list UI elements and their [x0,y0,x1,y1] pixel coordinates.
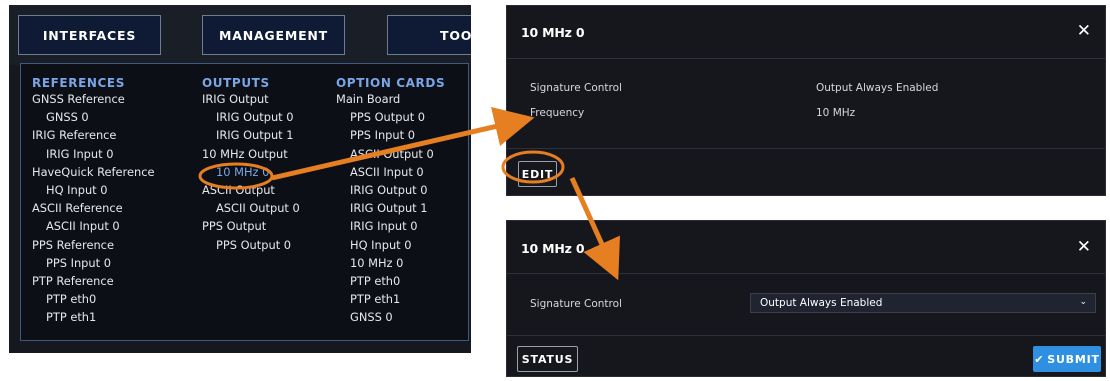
nav-link-10-mhz-0[interactable]: 10 MHz 0 [202,163,300,181]
frequency-label: Frequency [530,107,585,119]
close-icon[interactable]: ✕ [1077,238,1091,256]
tab-interfaces[interactable]: INTERFACES [18,15,161,55]
nav-link-hq-input-0[interactable]: HQ Input 0 [336,236,445,254]
tab-management[interactable]: MANAGEMENT [202,15,345,55]
edit-dialog: 10 MHz 0 ✕ Signature Control Output Alwa… [506,220,1106,377]
nav-link-pps-reference[interactable]: PPS Reference [32,236,154,254]
edit-dialog-title: 10 MHz 0 [521,241,585,256]
edit-button[interactable]: EDIT [518,161,557,187]
edit-dialog-footer: STATUS ✔ SUBMIT [507,335,1105,378]
tab-tools[interactable]: TOO [387,15,471,55]
outputs-column: OUTPUTS IRIG Output IRIG Output 0 IRIG Out… [202,76,300,254]
nav-link-ptp-eth0[interactable]: PTP eth0 [32,290,154,308]
nav-link-pps-output-0[interactable]: PPS Output 0 [336,108,445,126]
view-dialog-footer: EDIT [507,148,1105,197]
signature-control-label: Signature Control [530,82,622,94]
view-dialog: 10 MHz 0 ✕ Signature Control Output Alwa… [506,5,1106,196]
nav-link-irig-input-0[interactable]: IRIG Input 0 [32,145,154,163]
interfaces-dropdown-menu: REFERENCES GNSS Reference GNSS 0 IRIG Refe… [20,63,469,341]
outputs-header: OUTPUTS [202,76,270,90]
nav-link-ptp-reference[interactable]: PTP Reference [32,272,154,290]
nav-link-10-mhz-output[interactable]: 10 MHz Output [202,145,300,163]
nav-link-irig-input-0[interactable]: IRIG Input 0 [336,217,445,235]
nav-link-irig-output[interactable]: IRIG Output [202,90,300,108]
option-cards-column: OPTION CARDS Main Board PPS Output 0 PPS I… [336,76,445,326]
nav-link-pps-output[interactable]: PPS Output [202,217,300,235]
nav-link-hq-input-0[interactable]: HQ Input 0 [32,181,154,199]
submit-label: SUBMIT [1047,352,1100,366]
nav-link-gnss-0[interactable]: GNSS 0 [32,108,154,126]
signature-control-value: Output Always Enabled [816,82,939,94]
nav-link-ascii-output[interactable]: ASCII Output [202,181,300,199]
signature-control-label: Signature Control [530,298,622,310]
nav-link-irig-output-1[interactable]: IRIG Output 1 [336,199,445,217]
nav-link-gnss-reference[interactable]: GNSS Reference [32,90,154,108]
status-button[interactable]: STATUS [517,346,578,372]
nav-link-gnss-0[interactable]: GNSS 0 [336,308,445,326]
nav-link-ascii-input-0[interactable]: ASCII Input 0 [32,217,154,235]
view-dialog-header: 10 MHz 0 ✕ [507,6,1105,59]
top-navigation-bar: INTERFACES MANAGEMENT TOO [9,5,471,65]
close-icon[interactable]: ✕ [1077,22,1091,40]
nav-link-ascii-output-0[interactable]: ASCII Output 0 [336,145,445,163]
nav-link-pps-input-0[interactable]: PPS Input 0 [336,126,445,144]
nav-link-ascii-input-0[interactable]: ASCII Input 0 [336,163,445,181]
option-cards-header: OPTION CARDS [336,76,446,90]
nav-link-irig-output-0[interactable]: IRIG Output 0 [202,108,300,126]
nav-link-irig-output-0[interactable]: IRIG Output 0 [336,181,445,199]
nav-link-ptp-eth1[interactable]: PTP eth1 [32,308,154,326]
chevron-down-icon: ⌄ [1079,297,1087,307]
signature-control-select[interactable]: Output Always Enabled ⌄ [750,293,1096,313]
submit-button[interactable]: ✔ SUBMIT [1033,346,1101,372]
nav-link-havequick-reference[interactable]: HaveQuick Reference [32,163,154,181]
check-icon: ✔ [1034,352,1045,366]
edit-dialog-header: 10 MHz 0 ✕ [507,221,1105,274]
nav-link-ptp-eth0[interactable]: PTP eth0 [336,272,445,290]
nav-link-pps-output-0[interactable]: PPS Output 0 [202,236,300,254]
nav-link-irig-output-1[interactable]: IRIG Output 1 [202,126,300,144]
signature-control-selected-value: Output Always Enabled [760,297,883,309]
nav-screenshot: INTERFACES MANAGEMENT TOO REFERENCES GNS… [9,5,471,353]
nav-link-ptp-eth1[interactable]: PTP eth1 [336,290,445,308]
nav-link-ascii-output-0[interactable]: ASCII Output 0 [202,199,300,217]
nav-link-pps-input-0[interactable]: PPS Input 0 [32,254,154,272]
frequency-value: 10 MHz [816,107,856,119]
references-column: REFERENCES GNSS Reference GNSS 0 IRIG Refe… [32,76,154,326]
nav-link-ascii-reference[interactable]: ASCII Reference [32,199,154,217]
view-dialog-title: 10 MHz 0 [521,25,585,40]
nav-link-main-board[interactable]: Main Board [336,90,445,108]
nav-link-10-mhz-0[interactable]: 10 MHz 0 [336,254,445,272]
references-header: REFERENCES [32,76,125,90]
nav-link-irig-reference[interactable]: IRIG Reference [32,126,154,144]
